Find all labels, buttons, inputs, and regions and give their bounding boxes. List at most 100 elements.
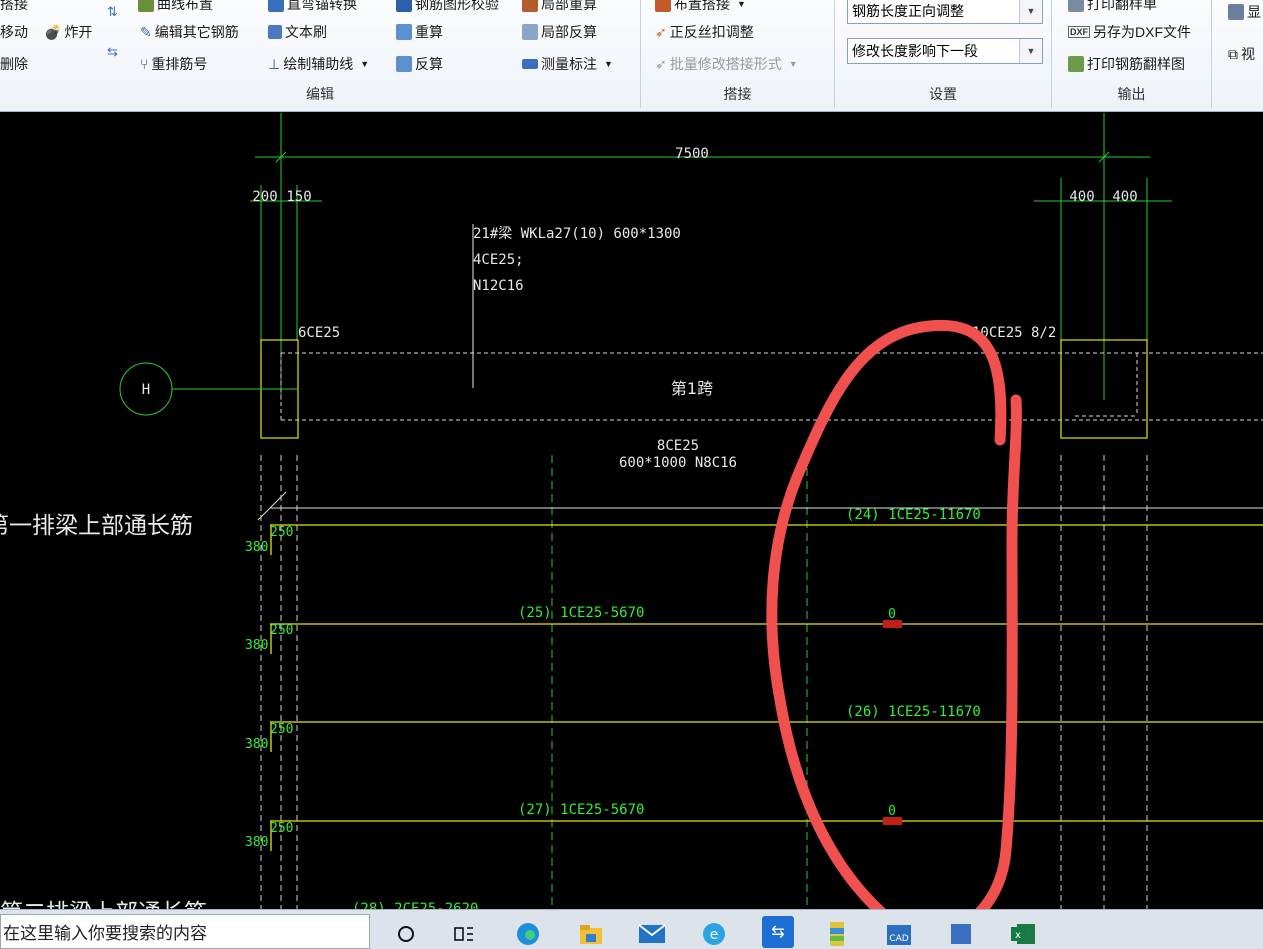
dim-left-2: 150	[286, 189, 311, 205]
rebar-row-27[interactable]: 250 380 (27) 1CE25-5670 0	[245, 802, 1263, 851]
rebar-check-button[interactable]: 钢筋图形校验	[396, 0, 499, 14]
partial-reverse-icon	[522, 24, 538, 40]
print-sheet-button[interactable]: 打印翻样单	[1068, 0, 1157, 14]
splice-marker[interactable]	[883, 817, 902, 825]
draw-guide-line-button[interactable]: ⊥ 绘制辅助线 ▼	[268, 54, 369, 74]
cortana-icon[interactable]	[392, 920, 420, 948]
batch-splice-icon: ➶	[655, 55, 667, 72]
file-explorer-icon[interactable]	[577, 920, 605, 948]
ribbon-toolbar: 搭接 曲线布置 直弯锚转换 钢筋图形校验 局部重算 移动 💣 炸开 删除 ⇅ ⇆ …	[0, 0, 1263, 112]
reverse-calc-button[interactable]: 反算	[396, 54, 443, 74]
settings-group: 钢筋长度正向调整 ▼ 修改长度影响下一段 ▼ 设置	[835, 0, 1052, 108]
splice-zero: 0	[888, 607, 896, 622]
curve-layout-button[interactable]: 曲线布置	[138, 0, 213, 14]
dxf-icon: DXF	[1068, 26, 1090, 38]
chevron-down-icon: ▼	[360, 59, 370, 69]
partial-top-1[interactable]: 搭接	[0, 0, 28, 14]
mail-icon[interactable]	[638, 920, 666, 948]
beam-side-rebar: N12C16	[473, 278, 524, 294]
chevron-down-icon: ▼	[604, 59, 613, 69]
svg-text:CAD: CAD	[889, 934, 908, 944]
save-dxf-button[interactable]: DXF 另存为DXF文件	[1068, 22, 1191, 42]
edge-icon[interactable]	[514, 920, 542, 948]
left-length: 380	[245, 835, 268, 850]
measure-icon	[522, 59, 538, 69]
span-section: 600*1000 N8C16	[619, 455, 737, 471]
explode-button[interactable]: 💣 炸开	[44, 22, 92, 42]
print-drawing-button[interactable]: 打印钢筋翻样图	[1068, 54, 1185, 74]
row-title-partial: 第二排梁上部通长筋	[0, 900, 207, 909]
recalc-button[interactable]: 重算	[396, 22, 443, 42]
splice-group: 布置搭接 ▼ ➶ 正反丝扣调整 ➶ 批量修改搭接形式 ▼ 搭接	[641, 0, 835, 108]
cad-canvas[interactable]: 7500 200 150 400 400 21#梁 WKLa27(10) 600…	[0, 112, 1263, 909]
display-button[interactable]: 显	[1228, 2, 1261, 22]
cube-icon: ⧉	[1228, 45, 1238, 62]
chevron-down-icon[interactable]: ▼	[1019, 39, 1042, 63]
left-length: 380	[245, 737, 268, 752]
guide-line-icon: ⊥	[268, 55, 281, 72]
left-support-label: 6CE25	[298, 325, 340, 341]
left-length: 380	[245, 638, 268, 653]
edit-other-rebar-button[interactable]: ✎ 编辑其它钢筋	[140, 22, 239, 42]
task-view-icon[interactable]	[450, 920, 478, 948]
thread-icon: ➶	[655, 23, 667, 40]
dim-right-2: 400	[1112, 189, 1137, 205]
winrar-icon[interactable]	[823, 920, 851, 948]
rebar-mark-partial: (28) 2CE25-2620	[352, 901, 478, 909]
svg-text:e: e	[710, 927, 719, 943]
text-brush-button[interactable]: 文本刷	[268, 22, 327, 42]
span-label: 第1跨	[671, 379, 713, 398]
windows-taskbar: 在这里输入你要搜索的内容 e ⇆ CAD x	[0, 909, 1263, 949]
partial-reverse-calc-button[interactable]: 局部反算	[522, 22, 597, 42]
move-button[interactable]: 移动	[0, 22, 28, 42]
output-group-label: 输出	[1117, 86, 1146, 102]
delete-button[interactable]: 删除	[0, 54, 28, 74]
arrow-updown-icon[interactable]: ⇅	[107, 4, 118, 20]
view-button[interactable]: ⧉ 视	[1228, 44, 1255, 64]
splice-marker[interactable]	[883, 620, 902, 628]
length-influence-select[interactable]: 修改长度影响下一段 ▼	[847, 38, 1043, 64]
ie-icon[interactable]: e	[700, 920, 728, 948]
app-icon[interactable]: ⇆	[762, 916, 794, 948]
arrange-splice-button[interactable]: 布置搭接 ▼	[655, 0, 746, 14]
batch-splice-button[interactable]: ➶ 批量修改搭接形式 ▼	[655, 54, 798, 74]
settings-group-label: 设置	[929, 86, 957, 102]
break-mark	[257, 491, 287, 521]
rebar-row-25[interactable]: 250 380 (25) 1CE25-5670 0	[245, 605, 1263, 654]
output-group: 打印翻样单 DXF 另存为DXF文件 打印钢筋翻样图 输出	[1052, 0, 1212, 108]
edit-rebar-icon: ✎	[140, 23, 152, 40]
edit-group: 搭接 曲线布置 直弯锚转换 钢筋图形校验 局部重算 移动 💣 炸开 删除 ⇅ ⇆ …	[0, 0, 641, 108]
bend-convert-button[interactable]: 直弯锚转换	[268, 0, 357, 14]
taskbar-search-input[interactable]: 在这里输入你要搜索的内容	[0, 914, 370, 949]
cad-icon[interactable]: CAD	[885, 920, 913, 948]
measure-dimension-button[interactable]: 测量标注 ▼	[522, 54, 613, 74]
chevron-down-icon[interactable]: ▼	[1019, 0, 1042, 23]
renumber-button[interactable]: ⑂ 重排筋号	[140, 54, 207, 74]
axis-label: H	[142, 382, 150, 398]
reverse-calc-icon	[396, 56, 412, 72]
dim-right-1: 400	[1069, 189, 1094, 205]
rebar-mark[interactable]: (25) 1CE25-5670	[518, 605, 644, 621]
arrow-leftright-icon[interactable]: ⇆	[107, 44, 118, 60]
renumber-icon: ⑂	[140, 56, 149, 72]
rebar-mark[interactable]: (27) 1CE25-5670	[518, 802, 644, 818]
partial-recalc-button[interactable]: 局部重算	[522, 0, 597, 14]
app2-icon[interactable]	[947, 920, 975, 948]
hook-length: 250	[270, 623, 293, 638]
left-length: 380	[245, 540, 268, 555]
dim-total-label: 7500	[675, 146, 709, 162]
rebar-row-24[interactable]: 250 380 (24) 1CE25-11670	[245, 507, 1263, 555]
rebar-row-26[interactable]: 250 380 (26) 1CE25-11670	[245, 704, 1263, 752]
length-adjust-select[interactable]: 钢筋长度正向调整 ▼	[847, 0, 1043, 24]
svg-text:x: x	[1015, 930, 1021, 941]
rebar-mark[interactable]: (26) 1CE25-11670	[846, 704, 981, 720]
dim-left-1: 200	[252, 189, 277, 205]
thread-adjust-button[interactable]: ➶ 正反丝扣调整	[655, 22, 754, 42]
excel-icon[interactable]: x	[1009, 920, 1037, 948]
edit-group-label: 编辑	[306, 86, 334, 102]
splice-zero: 0	[888, 804, 896, 819]
hook-length: 250	[270, 525, 293, 540]
text-brush-icon	[268, 25, 282, 39]
recalc-icon	[396, 24, 412, 40]
rebar-mark[interactable]: (24) 1CE25-11670	[846, 507, 981, 523]
